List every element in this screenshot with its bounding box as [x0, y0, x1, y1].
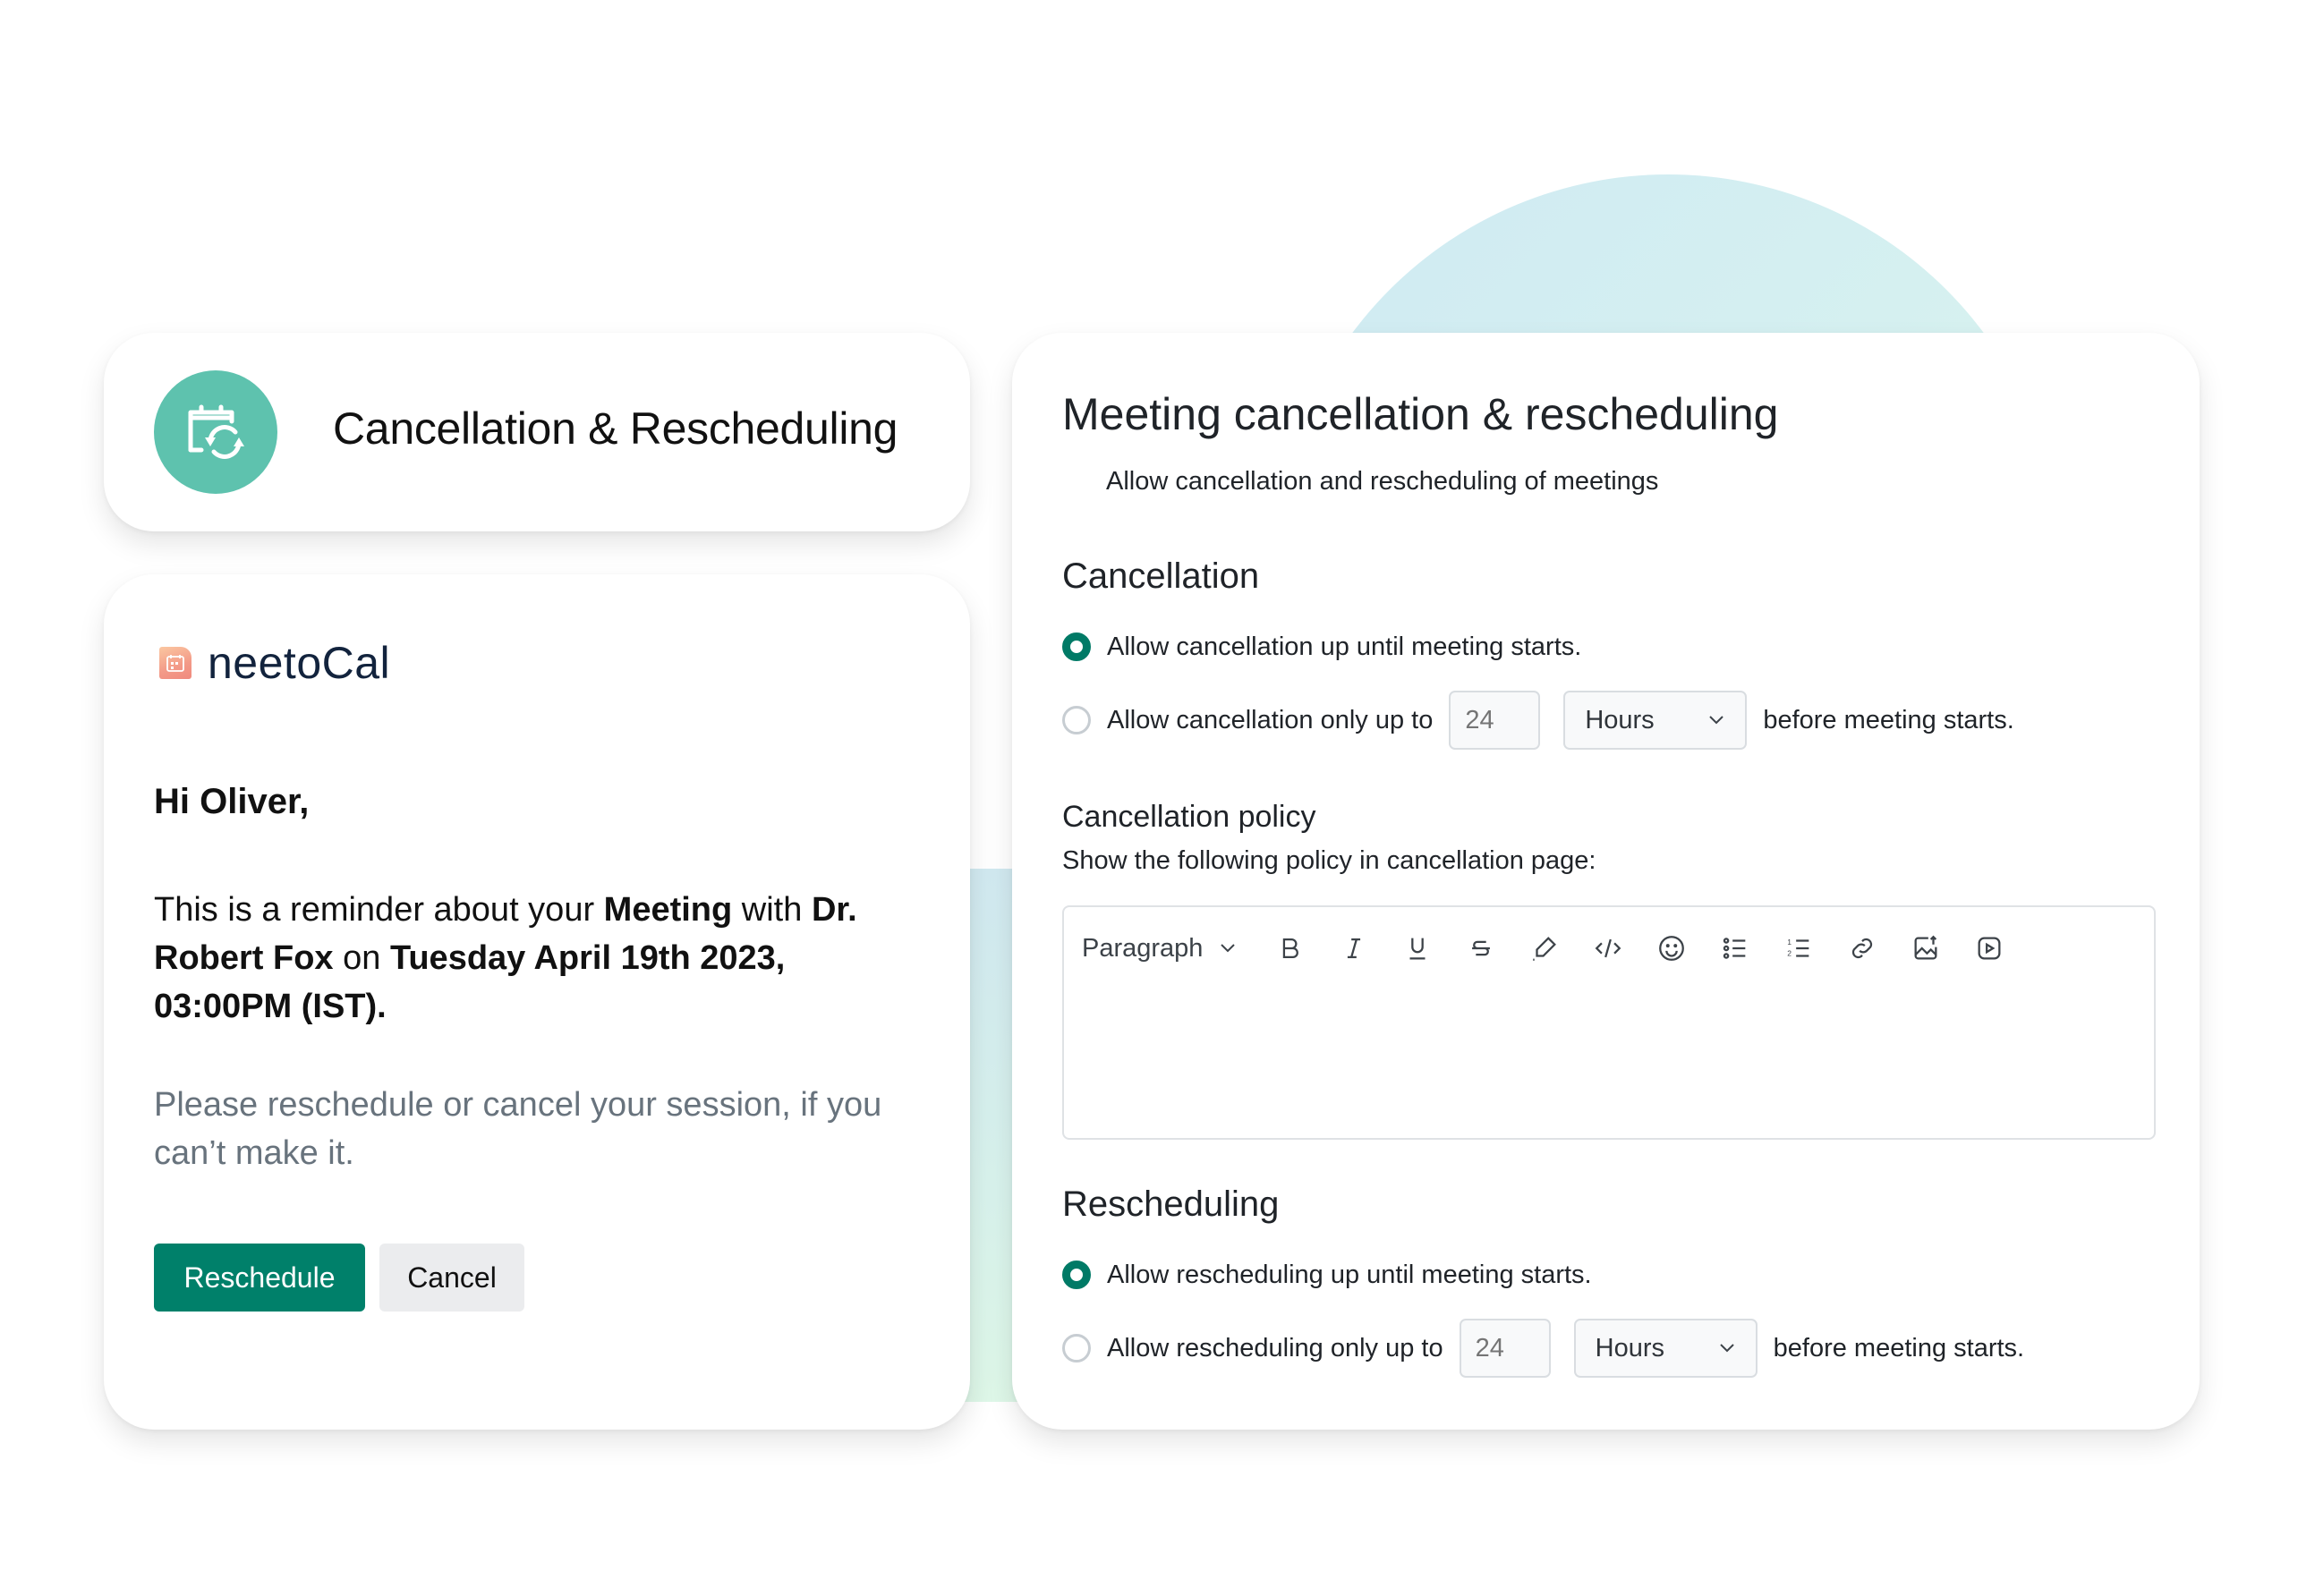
emoji-icon[interactable] — [1648, 925, 1695, 972]
editor-toolbar: Paragraph 1 2 — [1082, 925, 2030, 972]
option-label-prefix: Allow rescheduling only up to — [1107, 1333, 1443, 1363]
block-type-select[interactable]: Paragraph — [1082, 934, 1237, 964]
radio-unchecked[interactable] — [1062, 1334, 1091, 1363]
cancellation-heading: Cancellation — [1062, 556, 1260, 596]
rescheduling-amount-input[interactable] — [1459, 1319, 1551, 1378]
italic-icon[interactable] — [1331, 925, 1377, 972]
editor-content-area[interactable] — [1064, 988, 2154, 1138]
chevron-down-icon — [1709, 716, 1724, 725]
reminder-prefix: This is a reminder about your — [154, 891, 604, 929]
settings-title: Meeting cancellation & rescheduling — [1062, 389, 1779, 439]
radio-checked[interactable] — [1062, 632, 1091, 661]
neetocal-logo-icon — [159, 647, 192, 679]
option-label-prefix: Allow cancellation only up to — [1107, 705, 1434, 734]
reschedule-button[interactable]: Reschedule — [154, 1244, 365, 1312]
policy-heading: Cancellation policy — [1062, 800, 1316, 834]
email-prompt: Please reschedule or cancel your session… — [154, 1086, 882, 1172]
select-value: Hours — [1595, 1333, 1664, 1363]
option-label: Allow rescheduling up until meeting star… — [1107, 1260, 1592, 1289]
rescheduling-option-until-start[interactable]: Allow rescheduling up until meeting star… — [1062, 1245, 1592, 1304]
email-preview-card: neetoCal Hi Oliver, This is a reminder a… — [104, 574, 970, 1430]
settings-card: Meeting cancellation & rescheduling Allo… — [1012, 333, 2200, 1430]
settings-subtitle: Allow cancellation and rescheduling of m… — [1106, 467, 1659, 496]
underline-icon[interactable] — [1394, 925, 1441, 972]
rescheduling-unit-select[interactable]: Hours — [1573, 1319, 1758, 1378]
brand-name: neetoCal — [208, 638, 391, 688]
rescheduling-heading: Rescheduling — [1062, 1184, 1280, 1224]
bold-icon[interactable] — [1267, 925, 1314, 972]
block-type-value: Paragraph — [1082, 933, 1204, 963]
svg-text:1: 1 — [1788, 938, 1792, 947]
radio-unchecked[interactable] — [1062, 706, 1091, 734]
chevron-down-icon — [1719, 1344, 1734, 1353]
option-label-suffix: before meeting starts. — [1773, 1333, 2025, 1363]
option-label-suffix: before meeting starts. — [1763, 705, 2014, 734]
calendar-sync-icon — [154, 370, 277, 494]
radio-checked[interactable] — [1062, 1261, 1091, 1289]
cancellation-amount-input[interactable] — [1449, 691, 1541, 750]
numbered-list-icon[interactable]: 12 — [1775, 925, 1822, 972]
bullet-list-icon[interactable] — [1712, 925, 1758, 972]
select-value: Hours — [1585, 705, 1655, 734]
code-icon[interactable] — [1585, 925, 1631, 972]
video-icon[interactable] — [1966, 925, 2013, 972]
cancellation-option-limited[interactable]: Allow cancellation only up to Hours befo… — [1062, 691, 2014, 750]
cancellation-unit-select[interactable]: Hours — [1563, 691, 1748, 750]
email-greeting: Hi Oliver, — [154, 782, 310, 821]
chevron-down-icon — [1221, 944, 1236, 953]
reminder-with: with — [732, 891, 812, 929]
image-upload-icon[interactable] — [1902, 925, 1949, 972]
option-label: Allow cancellation up until meeting star… — [1107, 632, 1582, 661]
policy-editor[interactable]: Paragraph 1 2 — [1062, 905, 2156, 1140]
brand: neetoCal — [159, 637, 390, 689]
cancel-button[interactable]: Cancel — [379, 1244, 524, 1312]
feature-card: Cancellation & Rescheduling — [104, 333, 970, 531]
highlight-icon[interactable] — [1521, 925, 1568, 972]
strikethrough-icon[interactable] — [1458, 925, 1504, 972]
svg-text:2: 2 — [1788, 949, 1792, 958]
feature-title: Cancellation & Rescheduling — [333, 403, 898, 454]
cancellation-option-until-start[interactable]: Allow cancellation up until meeting star… — [1062, 617, 1581, 676]
link-icon[interactable] — [1839, 925, 1885, 972]
email-reminder-text: This is a reminder about your Meeting wi… — [154, 886, 915, 1031]
meeting-word: Meeting — [603, 891, 733, 929]
policy-description: Show the following policy in cancellatio… — [1062, 846, 1596, 875]
rescheduling-option-limited[interactable]: Allow rescheduling only up to Hours befo… — [1062, 1319, 2024, 1378]
reminder-on: on — [333, 939, 390, 977]
